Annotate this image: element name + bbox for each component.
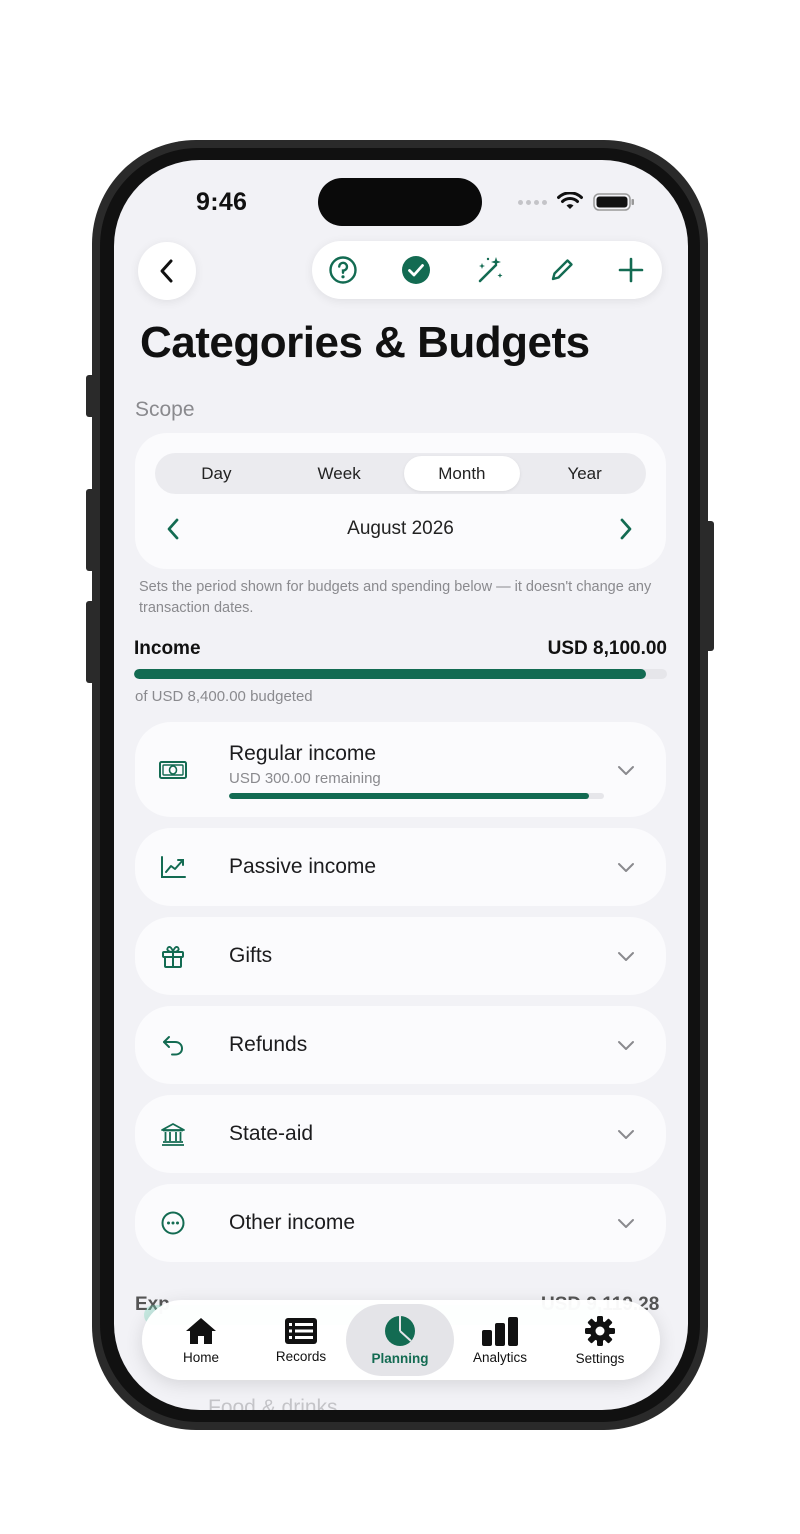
scope-segmented-control: Day Week Month Year [155, 453, 646, 494]
tab-label: Records [275, 1348, 327, 1364]
category-name: Gifts [229, 944, 273, 967]
bar-chart-icon [482, 1316, 518, 1346]
segment-week[interactable]: Week [281, 456, 398, 491]
category-name: State-aid [229, 1122, 314, 1145]
pencil-icon [551, 259, 573, 281]
return-arrow-icon [157, 1029, 189, 1061]
segment-day[interactable]: Day [158, 456, 275, 491]
income-progress-fill [134, 669, 646, 679]
next-period-button[interactable] [612, 515, 640, 543]
screen: 9:46 Categories & Budgets Scope Day Week… [114, 160, 688, 1410]
chevron-down-icon [613, 854, 639, 880]
help-circle-icon [329, 256, 357, 284]
period-label: August 2026 [347, 518, 454, 539]
tab-home[interactable]: Home [147, 1304, 255, 1376]
done-button[interactable] [400, 254, 432, 286]
scope-label: Scope [135, 398, 195, 421]
segment-month[interactable]: Month [403, 456, 521, 491]
category-regular-income[interactable]: Regular income USD 300.00 remaining [135, 722, 666, 817]
tab-label: Settings [575, 1350, 625, 1366]
category-remaining: USD 300.00 remaining [229, 770, 381, 787]
chevron-down-icon [613, 1121, 639, 1147]
income-amount: USD 8,100.00 [547, 638, 667, 659]
chevron-down-icon [613, 757, 639, 783]
tab-label: Planning [371, 1350, 429, 1366]
chevron-down-icon [613, 1032, 639, 1058]
more-circle-icon [157, 1207, 189, 1239]
chevron-down-icon [613, 943, 639, 969]
help-button[interactable] [327, 254, 359, 286]
check-circle-icon [402, 256, 430, 284]
gear-icon [585, 1315, 615, 1346]
income-header: Income USD 8,100.00 [134, 638, 667, 660]
tab-bar: Home Records Planning Analytics Settings [142, 1300, 660, 1380]
scope-card: Day Week Month Year August 2026 [135, 433, 666, 569]
list-icon [285, 1317, 317, 1344]
category-other-income[interactable]: Other income [135, 1184, 666, 1262]
status-icons [518, 192, 635, 212]
signal-dots-icon [518, 199, 547, 205]
tab-settings[interactable]: Settings [546, 1304, 654, 1376]
income-budget-note: of USD 8,400.00 budgeted [135, 688, 313, 705]
dynamic-island [318, 178, 482, 226]
bank-building-icon [157, 1118, 189, 1150]
chevron-left-icon [160, 259, 173, 283]
category-progress-bar [229, 793, 604, 799]
tab-label: Analytics [472, 1349, 528, 1365]
page-title: Categories & Budgets [140, 318, 590, 367]
category-name: Other income [229, 1211, 356, 1234]
tab-records[interactable]: Records [247, 1304, 355, 1376]
banknote-icon [157, 754, 189, 786]
segment-year[interactable]: Year [526, 456, 643, 491]
scope-note: Sets the period shown for budgets and sp… [139, 579, 652, 616]
pie-chart-icon [385, 1315, 415, 1346]
tab-analytics[interactable]: Analytics [446, 1304, 554, 1376]
add-button[interactable] [615, 254, 647, 286]
chevron-right-icon [620, 518, 632, 540]
edit-button[interactable] [546, 254, 578, 286]
battery-icon [593, 193, 634, 211]
category-passive-income[interactable]: Passive income [135, 828, 666, 906]
chevron-down-icon [613, 1210, 639, 1236]
tab-planning[interactable]: Planning [346, 1304, 454, 1376]
category-progress-fill [229, 793, 589, 799]
category-name: Passive income [229, 855, 377, 878]
category-refunds[interactable]: Refunds [135, 1006, 666, 1084]
auto-budget-button[interactable] [473, 254, 505, 286]
category-state-aid[interactable]: State-aid [135, 1095, 666, 1173]
back-button[interactable] [138, 242, 196, 300]
trend-chart-icon [157, 851, 189, 883]
category-gifts[interactable]: Gifts [135, 917, 666, 995]
plus-icon [618, 257, 644, 283]
action-toolbar [312, 241, 662, 299]
wifi-icon [557, 192, 583, 209]
house-icon [186, 1317, 216, 1344]
income-progress-bar [134, 669, 667, 679]
category-food-drinks[interactable]: Food & drinks [208, 1396, 338, 1410]
category-name: Refunds [229, 1033, 308, 1056]
gift-icon [157, 940, 189, 972]
tab-label: Home [182, 1349, 219, 1365]
income-label: Income [134, 638, 201, 659]
category-name: Regular income [229, 742, 377, 765]
status-time: 9:46 [196, 188, 248, 216]
magic-wand-icon [478, 257, 503, 283]
